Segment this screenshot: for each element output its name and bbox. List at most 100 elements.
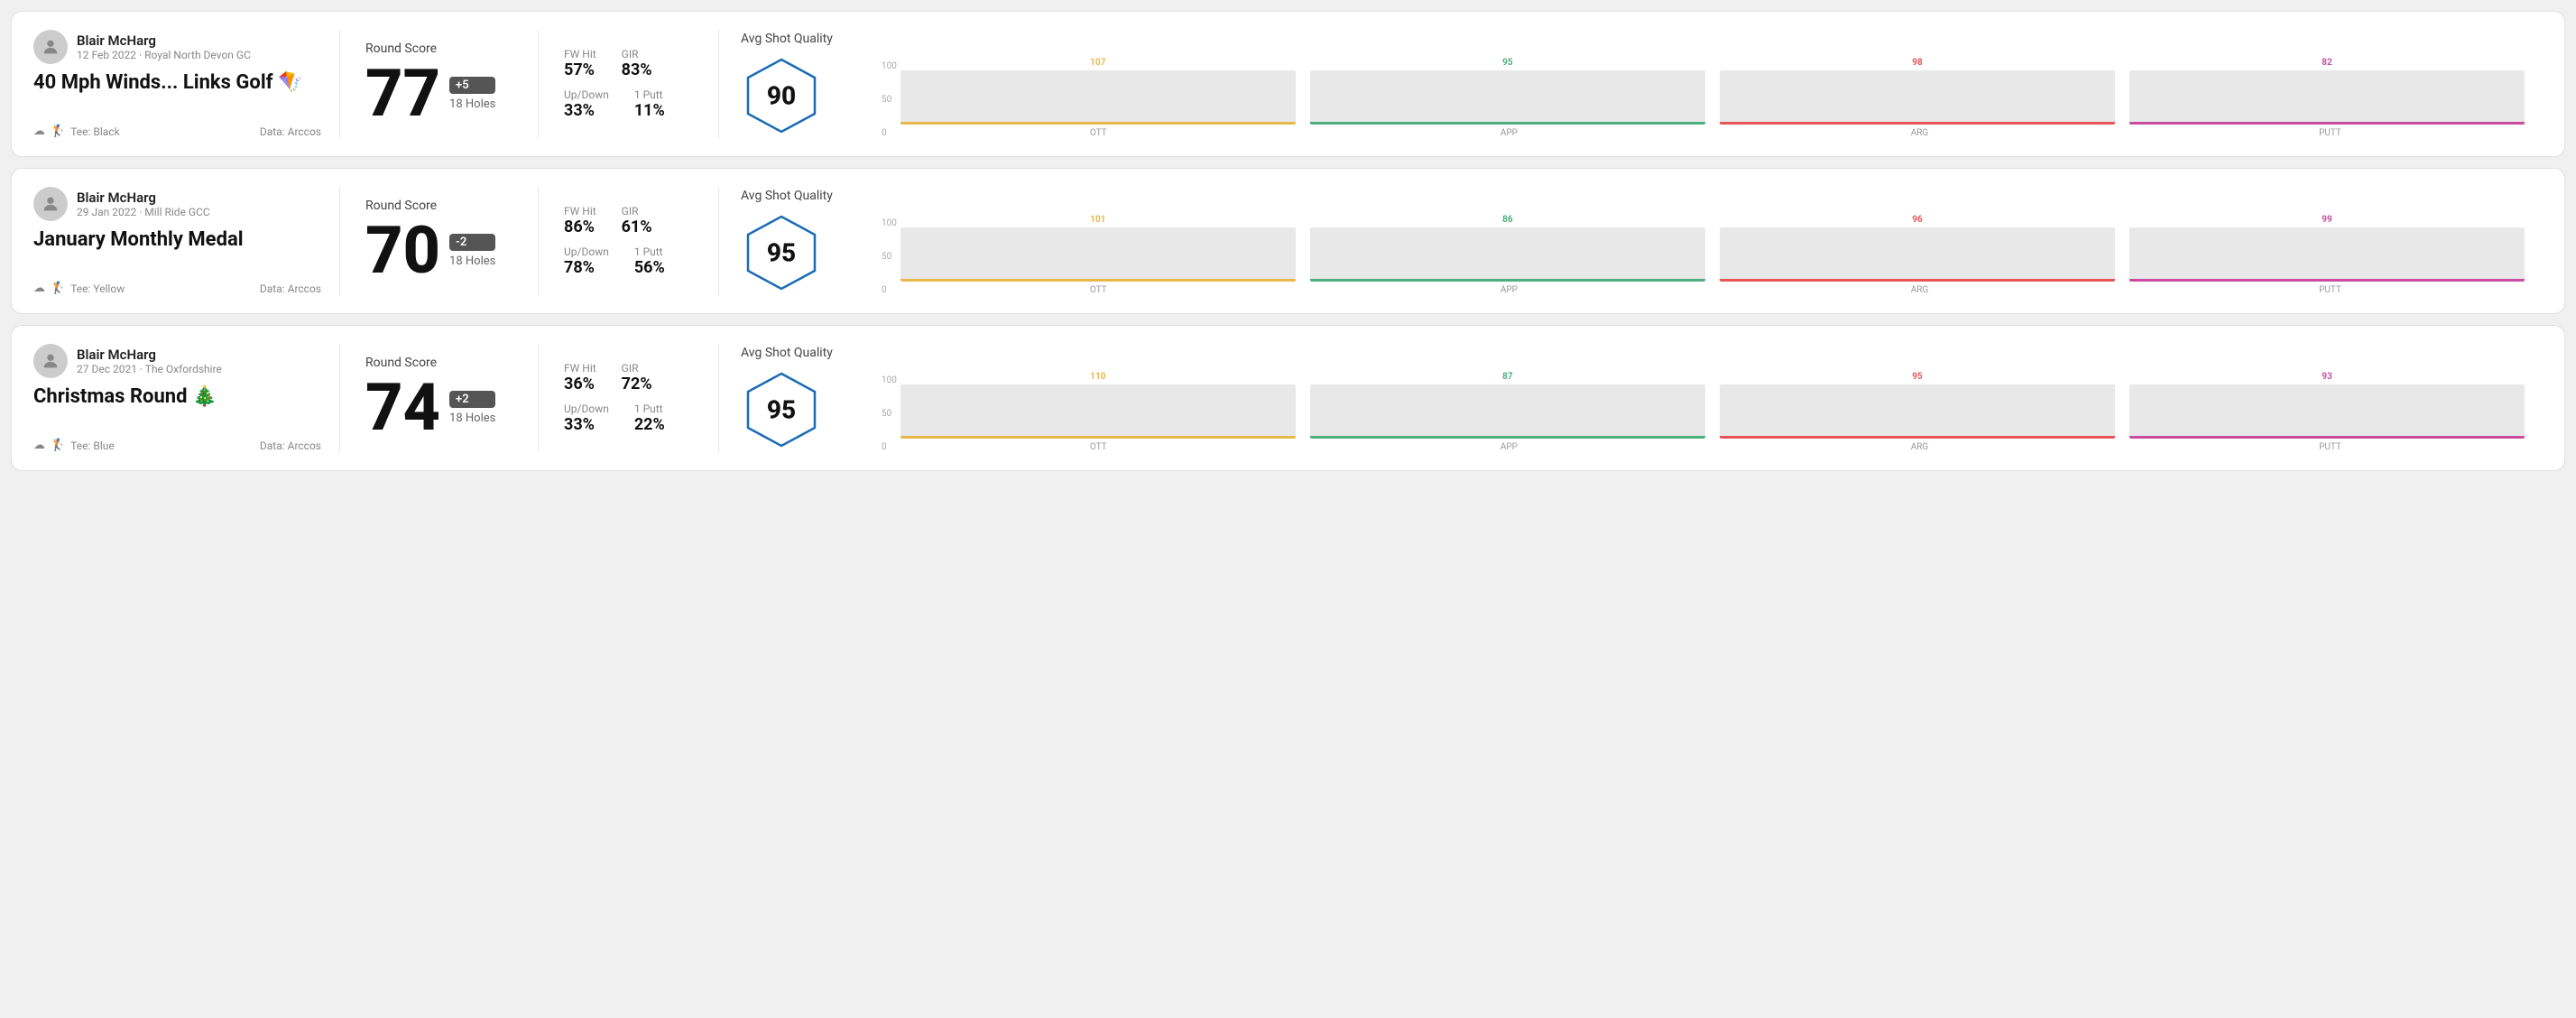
user-info: Blair McHarg 29 Jan 2022 · Mill Ride GCC — [33, 187, 321, 221]
score-detail: +2 18 Holes — [449, 391, 495, 425]
y-label-bot: 0 — [882, 128, 897, 138]
bar-line — [1310, 436, 1705, 439]
round-title: Christmas Round 🎄 — [33, 385, 321, 408]
fw-hit-stat: FW Hit 36% — [564, 362, 596, 393]
bar-value: 82 — [2322, 58, 2331, 68]
chart-panel: 100 50 0 110 87 95 — [863, 344, 2543, 452]
bar-line — [2129, 122, 2525, 125]
bar-bg — [2129, 227, 2525, 282]
oneputt-value: 11% — [634, 101, 665, 120]
score-modifier: -2 — [449, 234, 495, 251]
score-holes: 18 Holes — [449, 97, 495, 111]
stats-row-bot: Up/Down 78% 1 Putt 56% — [564, 245, 693, 277]
chart-bar-putt: 93 — [2129, 362, 2525, 439]
hexagon: 90 — [741, 55, 822, 136]
fw-hit-stat: FW Hit 57% — [564, 48, 596, 79]
quality-panel: Avg Shot Quality 95 — [719, 344, 863, 452]
bar-value: 93 — [2322, 372, 2331, 382]
chart-bar-arg: 95 — [1720, 362, 2115, 439]
bottom-info: ☁ 🏌 Tee: Black Data: Arccos — [33, 125, 321, 138]
y-axis: 100 50 0 — [882, 61, 897, 138]
data-source: Data: Arccos — [260, 282, 321, 295]
y-label-bot: 0 — [882, 442, 897, 452]
score-panel: Round Score 70 -2 18 Holes — [340, 187, 539, 295]
oneputt-stat: 1 Putt 22% — [634, 403, 665, 434]
chart-x-label: PUTT — [2132, 128, 2528, 138]
chart-bar-arg: 98 — [1720, 48, 2115, 125]
tee-info: ☁ 🏌 Tee: Black — [33, 125, 120, 138]
bottom-info: ☁ 🏌 Tee: Blue Data: Arccos — [33, 439, 321, 452]
chart-x-label: PUTT — [2132, 442, 2528, 452]
left-panel: Blair McHarg 27 Dec 2021 · The Oxfordshi… — [33, 344, 340, 452]
fw-hit-label: FW Hit — [564, 48, 596, 60]
y-label-bot: 0 — [882, 285, 897, 295]
score-panel: Round Score 77 +5 18 Holes — [340, 30, 539, 138]
updown-label: Up/Down — [564, 88, 609, 101]
fw-hit-value: 86% — [564, 217, 596, 236]
hexagon: 95 — [741, 212, 822, 293]
score-label: Round Score — [365, 199, 512, 213]
chart-bar-app: 86 — [1310, 205, 1705, 282]
bar-bg — [900, 227, 1296, 282]
chart-bar-putt: 82 — [2129, 48, 2525, 125]
cloud-icon: ☁ — [33, 125, 45, 138]
bar-bg — [1310, 227, 1705, 282]
bar-value: 99 — [2322, 215, 2331, 225]
chart-x-label: APP — [1311, 128, 1707, 138]
user-text: Blair McHarg 29 Jan 2022 · Mill Ride GCC — [77, 190, 210, 218]
quality-score: 90 — [767, 81, 796, 111]
bar-value: 110 — [1090, 372, 1105, 382]
bar-line — [1720, 122, 2115, 125]
fw-hit-value: 57% — [564, 60, 596, 79]
round-card: Blair McHarg 29 Jan 2022 · Mill Ride GCC… — [11, 168, 2565, 314]
bar-bg — [1310, 70, 1705, 125]
user-icon — [41, 194, 60, 214]
bar-line — [900, 122, 1296, 125]
data-source: Data: Arccos — [260, 125, 321, 138]
gir-value: 72% — [622, 375, 652, 393]
bag-icon: 🏌 — [51, 125, 65, 138]
fw-hit-label: FW Hit — [564, 205, 596, 217]
chart-bar-app: 95 — [1310, 48, 1705, 125]
chart-panel: 100 50 0 101 86 96 — [863, 187, 2543, 295]
data-source: Data: Arccos — [260, 440, 321, 452]
fw-hit-label: FW Hit — [564, 362, 596, 375]
user-date: 27 Dec 2021 · The Oxfordshire — [77, 363, 222, 375]
cloud-icon: ☁ — [33, 282, 45, 295]
bar-bg — [900, 384, 1296, 439]
score-number: 77 — [365, 61, 440, 126]
updown-label: Up/Down — [564, 245, 609, 258]
oneputt-value: 56% — [634, 258, 665, 277]
avatar — [33, 30, 68, 64]
y-label-top: 100 — [882, 218, 897, 228]
round-title: January Monthly Medal — [33, 228, 321, 251]
chart-x-label: OTT — [900, 442, 1297, 452]
bar-line — [1310, 122, 1705, 125]
score-detail: -2 18 Holes — [449, 234, 495, 268]
chart-wrapper: 100 50 0 110 87 95 — [882, 344, 2528, 452]
bar-value: 95 — [1502, 58, 1512, 68]
score-holes: 18 Holes — [449, 255, 495, 268]
fw-hit-stat: FW Hit 86% — [564, 205, 596, 236]
oneputt-stat: 1 Putt 56% — [634, 245, 665, 277]
tee-info: ☁ 🏌 Tee: Yellow — [33, 282, 125, 295]
user-info: Blair McHarg 27 Dec 2021 · The Oxfordshi… — [33, 344, 321, 378]
bag-icon: 🏌 — [51, 282, 65, 295]
stats-row-bot: Up/Down 33% 1 Putt 22% — [564, 403, 693, 434]
chart-bar-ott: 107 — [900, 48, 1296, 125]
score-holes: 18 Holes — [449, 412, 495, 425]
bar-bg — [1720, 384, 2115, 439]
stats-panel: FW Hit 36% GIR 72% Up/Down 33% 1 Putt — [539, 344, 719, 452]
bar-value: 96 — [1912, 215, 1922, 225]
quality-panel: Avg Shot Quality 95 — [719, 187, 863, 295]
chart-x-label: ARG — [1722, 128, 2118, 138]
score-detail: +5 18 Holes — [449, 77, 495, 111]
gir-label: GIR — [622, 362, 652, 375]
bar-value: 86 — [1502, 215, 1512, 225]
y-label-mid: 50 — [882, 409, 897, 419]
quality-label: Avg Shot Quality — [741, 189, 833, 203]
user-icon — [41, 37, 60, 57]
chart-x-label: ARG — [1722, 285, 2118, 295]
score-row: 70 -2 18 Holes — [365, 218, 512, 283]
left-panel: Blair McHarg 29 Jan 2022 · Mill Ride GCC… — [33, 187, 340, 295]
